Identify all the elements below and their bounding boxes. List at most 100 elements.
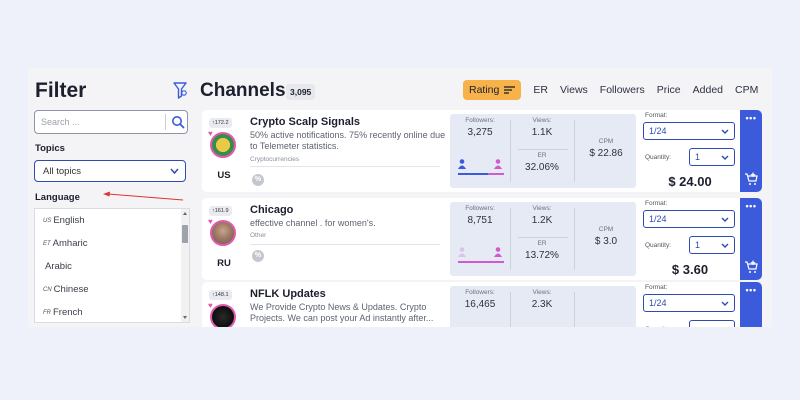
quantity-select[interactable]: 1 <box>689 236 735 254</box>
sort-cpm-button[interactable]: CPM <box>735 84 758 96</box>
cpm-label: CPM <box>598 226 614 233</box>
followers-label: Followers: <box>465 289 495 296</box>
sort-views-button[interactable]: Views <box>560 84 588 96</box>
views-value: 2.3K <box>531 299 553 310</box>
cpm-label: CPM <box>598 138 614 145</box>
channel-card: ↑148.1 ♥ NFLK Updates We Provide Crypto … <box>202 282 762 327</box>
cpm-value: $ 22.86 <box>589 148 623 159</box>
channel-name[interactable]: Chicago <box>250 204 293 216</box>
rating-badge: ↑161.9 <box>209 206 232 216</box>
format-select[interactable]: 1/24 <box>643 122 735 140</box>
format-label: Format: <box>645 200 668 207</box>
stats-separator <box>510 292 511 327</box>
channel-name[interactable]: NFLK Updates <box>250 288 326 300</box>
er-label: ER <box>537 152 547 159</box>
sort-price-button[interactable]: Price <box>657 84 681 96</box>
favorite-heart-icon[interactable]: ♥ <box>208 302 213 310</box>
favorite-heart-icon[interactable]: ♥ <box>208 218 213 226</box>
male-user-icon <box>458 159 466 169</box>
channel-avatar[interactable]: ♥ <box>208 130 236 158</box>
more-options-icon[interactable]: ••• <box>740 113 762 123</box>
format-select[interactable]: 1/24 <box>643 294 735 312</box>
app-frame: Filter Topics All topics Language USEngl… <box>28 68 772 327</box>
add-to-cart-button[interactable]: ••• <box>740 198 762 280</box>
favorite-heart-icon[interactable]: ♥ <box>208 130 213 138</box>
followers-label: Followers: <box>465 205 495 212</box>
quantity-select[interactable] <box>689 320 735 327</box>
search-box <box>34 110 188 134</box>
scroll-down-arrow-icon[interactable] <box>183 316 187 319</box>
add-to-cart-button[interactable]: ••• <box>740 110 762 192</box>
channel-name[interactable]: Crypto Scalp Signals <box>250 116 360 128</box>
chevron-down-icon <box>721 217 729 222</box>
language-label: Language <box>35 192 80 203</box>
quantity-label: Quantity: <box>645 242 672 249</box>
language-scrollbar[interactable] <box>181 209 189 322</box>
search-input[interactable] <box>35 111 161 133</box>
chevron-down-icon <box>721 155 729 160</box>
channel-country: RU <box>217 258 231 269</box>
views-label: Views: <box>532 117 552 124</box>
channel-avatar[interactable]: ♥ <box>208 218 236 246</box>
sort-rating-button[interactable]: Rating <box>463 80 522 100</box>
annotation-arrow <box>103 191 184 201</box>
sort-bar: Rating ER Views Followers Price Added CP… <box>463 80 758 100</box>
stats-separator <box>510 120 511 182</box>
channel-description: effective channel . for women's. <box>250 218 376 228</box>
chevron-down-icon <box>721 129 729 134</box>
followers-value: 3,275 <box>467 127 493 138</box>
topics-label: Topics <box>35 143 65 154</box>
topics-select[interactable]: All topics <box>34 160 186 182</box>
quantity-label: Quantity: <box>645 154 672 161</box>
er-value: 13.72% <box>525 250 559 261</box>
stats-separator <box>574 120 575 182</box>
total-price: $ 24.00 <box>668 174 712 189</box>
scroll-up-arrow-icon[interactable] <box>183 212 187 215</box>
more-options-icon[interactable]: ••• <box>740 285 762 295</box>
quantity-select[interactable]: 1 <box>689 148 735 166</box>
channel-card: ↑172.2 ♥ US Crypto Scalp Signals 50% act… <box>202 110 762 192</box>
gender-bar-female <box>488 173 504 175</box>
sort-lines-icon <box>504 86 516 94</box>
channel-avatar[interactable]: ♥ <box>208 302 236 327</box>
sort-er-button[interactable]: ER <box>533 84 548 96</box>
language-item[interactable]: FR French <box>35 301 189 322</box>
search-icon[interactable] <box>169 113 187 131</box>
format-select[interactable]: 1/24 <box>643 210 735 228</box>
add-to-cart-button[interactable]: ••• <box>740 282 762 327</box>
filter-funnel-icon[interactable] <box>173 82 187 99</box>
stats-separator <box>574 208 575 270</box>
order-panel: Format: 1/24 Quantity: 1 $ 3.60 <box>643 198 735 280</box>
cart-add-icon <box>745 172 758 185</box>
more-options-icon[interactable]: ••• <box>740 201 762 211</box>
channel-description: 50% active notifications. 75% recently o… <box>250 130 446 151</box>
card-divider <box>250 244 440 245</box>
language-item[interactable]: Arabic <box>35 255 189 278</box>
channel-stats: Followers: 3,275 Views: 1.1K ER 32.06% C… <box>450 114 636 188</box>
followers-value: 8,751 <box>467 215 493 226</box>
channel-card: ↑161.9 ♥ RU Chicago effective channel . … <box>202 198 762 280</box>
cart-add-icon <box>745 260 758 273</box>
stats-separator <box>518 237 568 238</box>
language-item[interactable]: ET Amharic <box>35 232 189 255</box>
chevron-down-icon <box>721 301 729 306</box>
quantity-label: Quantity: <box>645 326 671 327</box>
sort-added-button[interactable]: Added <box>693 84 723 96</box>
channel-description: We Provide Crypto News & Updates. Crypto… <box>250 302 434 323</box>
sort-followers-button[interactable]: Followers <box>600 84 645 96</box>
language-item[interactable]: CN Chinese <box>35 278 189 301</box>
language-item[interactable]: US English <box>35 209 189 232</box>
views-value: 1.1K <box>531 127 553 138</box>
order-panel: Format: 1/24 Quantity: 1 $ 24.00 <box>643 110 735 192</box>
gender-bar-female <box>458 261 504 263</box>
channel-country: US <box>217 170 231 181</box>
card-divider <box>250 166 440 167</box>
stats-separator <box>574 292 575 327</box>
female-user-icon <box>494 159 502 169</box>
er-value: 32.06% <box>525 162 559 173</box>
format-label: Format: <box>645 112 668 119</box>
scrollbar-thumb[interactable] <box>182 225 188 243</box>
chevron-down-icon <box>721 243 729 248</box>
stats-separator <box>518 149 568 150</box>
stats-separator <box>510 208 511 270</box>
